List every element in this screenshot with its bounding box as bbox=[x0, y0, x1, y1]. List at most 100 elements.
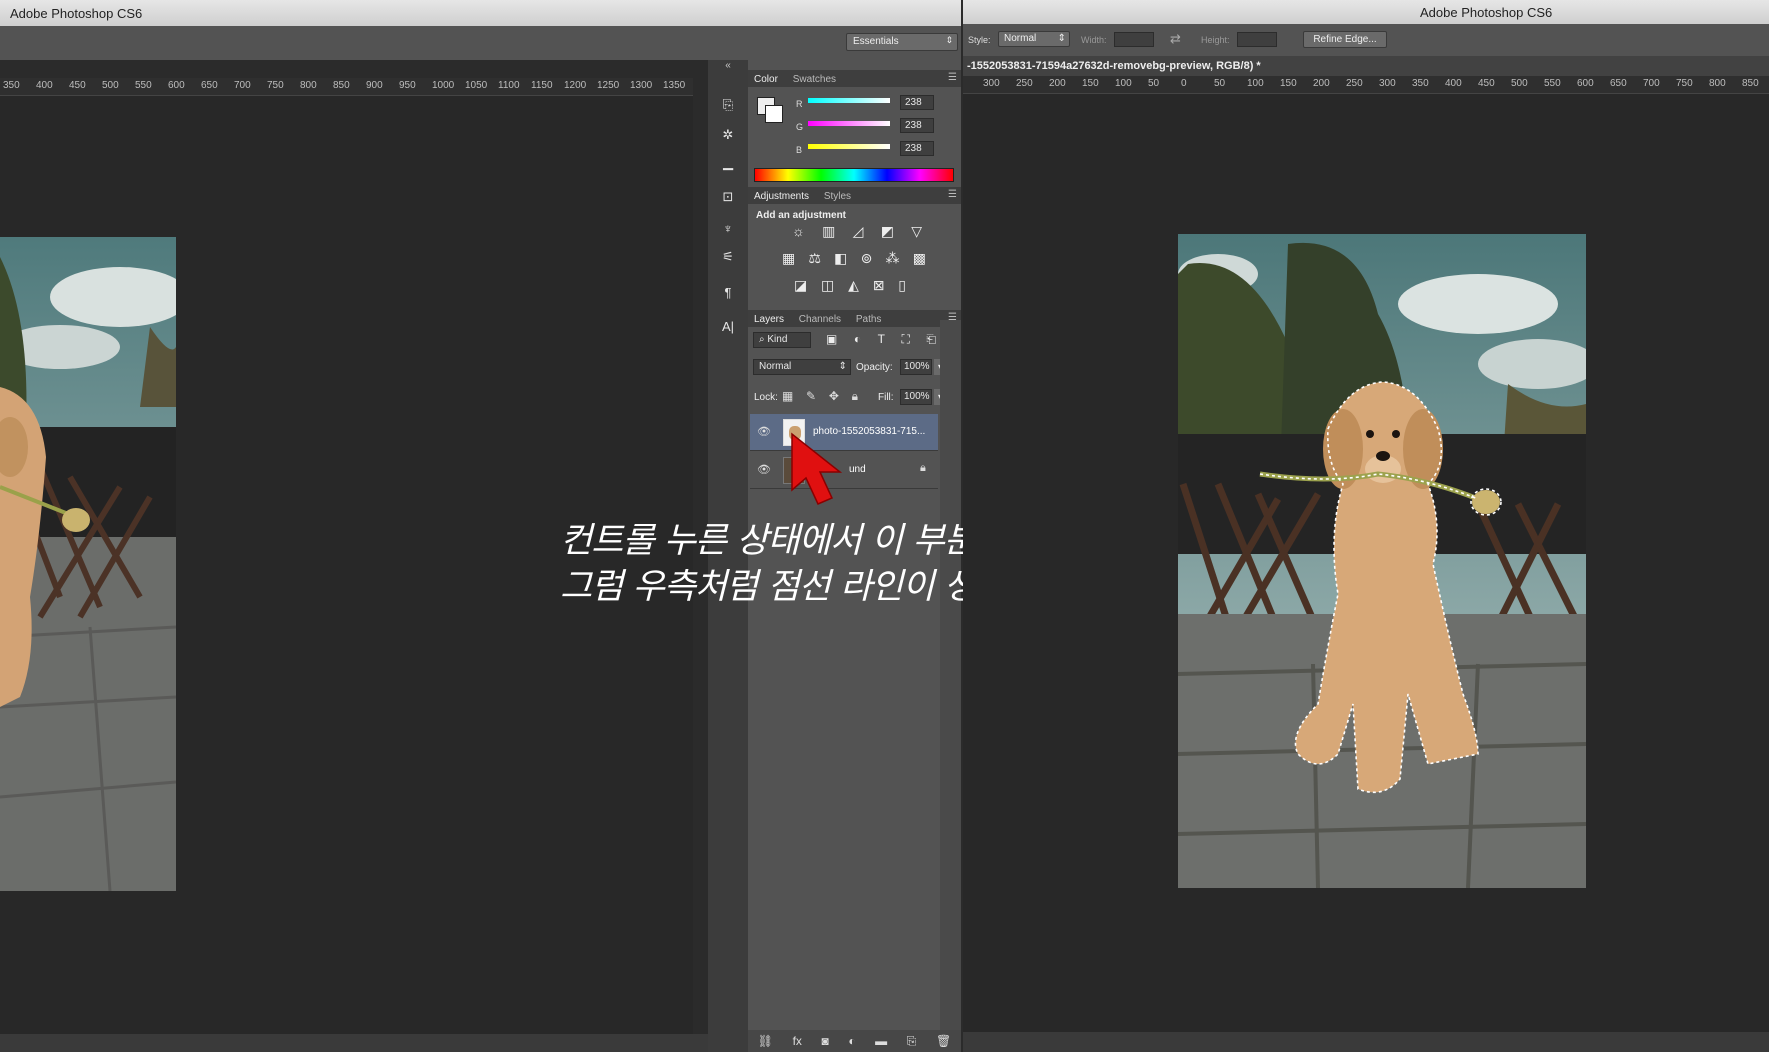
document-tab[interactable]: -1552053831-71594a27632d-removebg-previe… bbox=[963, 56, 1769, 76]
link-layers-icon[interactable]: ⛓ bbox=[758, 1034, 773, 1048]
black-white-icon[interactable]: ◧ bbox=[834, 250, 847, 267]
ruler-tick: 850 bbox=[333, 80, 350, 91]
tab-channels[interactable]: Channels bbox=[793, 310, 847, 329]
panel-menu-icon[interactable]: ☰ bbox=[948, 189, 957, 200]
gradient-map-icon[interactable]: ▯ bbox=[898, 277, 906, 294]
layers-panel-tabs: Layers Channels Paths ☰ bbox=[748, 310, 961, 327]
new-layer-icon[interactable]: ⎘ bbox=[907, 1034, 917, 1049]
ruler-tick: 650 bbox=[201, 80, 218, 91]
layers-panel-scrollbar[interactable] bbox=[940, 320, 961, 1040]
lock-position-icon[interactable]: ✥ bbox=[829, 389, 839, 404]
adjustment-filter-icon[interactable]: ◐ bbox=[854, 332, 861, 347]
invert-icon[interactable]: ◪ bbox=[794, 277, 807, 294]
red-field[interactable]: 238 bbox=[900, 95, 934, 110]
levels-icon[interactable]: ▥ bbox=[822, 223, 835, 240]
ruler-tick: 1200 bbox=[564, 80, 587, 91]
height-label: Height: bbox=[1201, 35, 1230, 45]
eye-icon[interactable]: 👁︎ bbox=[757, 425, 771, 438]
curves-icon[interactable]: ◿ bbox=[853, 223, 864, 240]
lock-all-icon[interactable]: 🔒︎ bbox=[852, 389, 858, 404]
workspace-select[interactable]: Essentials ⇕ bbox=[846, 33, 958, 51]
ruler-tick: 150 bbox=[1280, 78, 1297, 89]
color-balance-icon[interactable]: ⚖ bbox=[808, 250, 821, 267]
ruler-tick: 750 bbox=[267, 80, 284, 91]
posterize-icon[interactable]: ◫ bbox=[821, 277, 834, 294]
color-spectrum-ramp[interactable] bbox=[754, 168, 954, 182]
green-slider[interactable] bbox=[808, 121, 890, 126]
swap-icon[interactable]: ⇄ bbox=[1170, 31, 1181, 47]
lock-label: Lock: bbox=[754, 392, 778, 403]
color-lookup-icon[interactable]: ▩ bbox=[913, 250, 926, 267]
red-slider[interactable] bbox=[808, 98, 890, 103]
color-panel-tabs: Color Swatches ☰ bbox=[748, 70, 961, 87]
fill-label: Fill: bbox=[878, 392, 894, 403]
tab-color[interactable]: Color bbox=[748, 70, 784, 89]
lock-transparency-icon[interactable]: ▦ bbox=[782, 389, 793, 404]
refine-edge-button[interactable]: Refine Edge... bbox=[1303, 31, 1387, 48]
layer-filter-icons: ▣ ◐ T ⛶ ⎗ bbox=[826, 332, 936, 347]
ruler-tick: 300 bbox=[983, 78, 1000, 89]
ruler-tick: 350 bbox=[1412, 78, 1429, 89]
tab-layers[interactable]: Layers bbox=[748, 310, 790, 329]
height-field[interactable] bbox=[1237, 32, 1277, 47]
histogram-icon[interactable]: ▁ bbox=[708, 153, 748, 173]
ruler-tick: 1100 bbox=[498, 80, 520, 91]
ruler-tick: 800 bbox=[300, 80, 317, 91]
pixel-filter-icon[interactable]: ▣ bbox=[826, 332, 837, 347]
background-swatch[interactable] bbox=[765, 105, 783, 123]
style-select[interactable]: Normal ⇕ bbox=[998, 31, 1070, 47]
ruler-tick: 900 bbox=[366, 80, 383, 91]
blue-slider[interactable] bbox=[808, 144, 890, 149]
new-group-icon[interactable]: ▬ bbox=[875, 1034, 887, 1048]
adjustment-icons-row-2: ▦ ⚖ ◧ ⊚ ⁂ ▩ bbox=[782, 250, 926, 267]
layer-kind-filter[interactable]: ⌕ Kind bbox=[753, 332, 811, 348]
new-adjustment-icon[interactable]: ◐ bbox=[848, 1034, 855, 1048]
fx-icon[interactable]: fx bbox=[793, 1034, 802, 1048]
exposure-icon[interactable]: ◩ bbox=[881, 223, 894, 240]
tab-styles[interactable]: Styles bbox=[818, 187, 857, 206]
collapse-icon[interactable]: « bbox=[708, 60, 748, 71]
hue-saturation-icon[interactable]: ▦ bbox=[782, 250, 795, 267]
smart-object-filter-icon[interactable]: ⎗ bbox=[926, 332, 936, 347]
channel-mixer-icon[interactable]: ⁂ bbox=[886, 250, 900, 267]
ruler-tick: 450 bbox=[69, 80, 86, 91]
green-field[interactable]: 238 bbox=[900, 118, 934, 133]
brightness-icon[interactable]: ☼ bbox=[792, 223, 805, 240]
search-icon: ⌕ bbox=[759, 334, 765, 345]
blue-field[interactable]: 238 bbox=[900, 141, 934, 156]
blend-mode-select[interactable]: Normal ⇕ bbox=[753, 359, 851, 375]
photo-filter-icon[interactable]: ⊚ bbox=[861, 250, 873, 267]
adjustments-panel-tabs: Adjustments Styles ☰ bbox=[748, 187, 961, 204]
eye-icon[interactable]: 👁︎ bbox=[757, 463, 771, 476]
panel-menu-icon[interactable]: ☰ bbox=[948, 72, 957, 83]
brush-presets-icon[interactable]: ♆ bbox=[708, 219, 748, 239]
ruler-tick: 600 bbox=[168, 80, 185, 91]
trash-icon[interactable]: 🗑︎ bbox=[936, 1034, 951, 1048]
width-field[interactable] bbox=[1114, 32, 1154, 47]
ruler-tick: 300 bbox=[1379, 78, 1396, 89]
tab-swatches[interactable]: Swatches bbox=[787, 70, 842, 89]
shape-filter-icon[interactable]: ⛶ bbox=[901, 332, 909, 347]
vibrance-icon[interactable]: ▽ bbox=[911, 223, 922, 240]
info-icon[interactable]: ⊡ bbox=[708, 187, 748, 207]
navigator-icon[interactable]: ✲ bbox=[708, 125, 748, 145]
add-mask-icon[interactable]: ◙ bbox=[822, 1034, 829, 1048]
paragraph-icon[interactable]: ¶ bbox=[708, 283, 748, 303]
ruler-tick: 150 bbox=[1082, 78, 1099, 89]
type-filter-icon[interactable]: T bbox=[878, 332, 885, 347]
opacity-field[interactable]: 100% bbox=[900, 359, 932, 375]
threshold-icon[interactable]: ◭ bbox=[848, 277, 859, 294]
fill-field[interactable]: 100% bbox=[900, 389, 932, 405]
adjustment-icons-row-3: ◪ ◫ ◭ ⊠ ▯ bbox=[794, 277, 906, 294]
history-icon[interactable]: ⎘ bbox=[708, 95, 748, 115]
character-icon[interactable]: A| bbox=[708, 317, 748, 337]
blue-label: B bbox=[796, 145, 803, 155]
left-options-bar: Essentials ⇕ bbox=[0, 26, 961, 60]
ruler-tick: 100 bbox=[1115, 78, 1132, 89]
tab-paths[interactable]: Paths bbox=[850, 310, 888, 329]
tab-adjustments[interactable]: Adjustments bbox=[748, 187, 815, 206]
tool-presets-icon[interactable]: ⚟ bbox=[708, 247, 748, 267]
chevron-updown-icon: ⇕ bbox=[1057, 33, 1066, 44]
lock-pixels-icon[interactable]: ✎ bbox=[806, 389, 816, 404]
selective-color-icon[interactable]: ⊠ bbox=[873, 277, 885, 294]
